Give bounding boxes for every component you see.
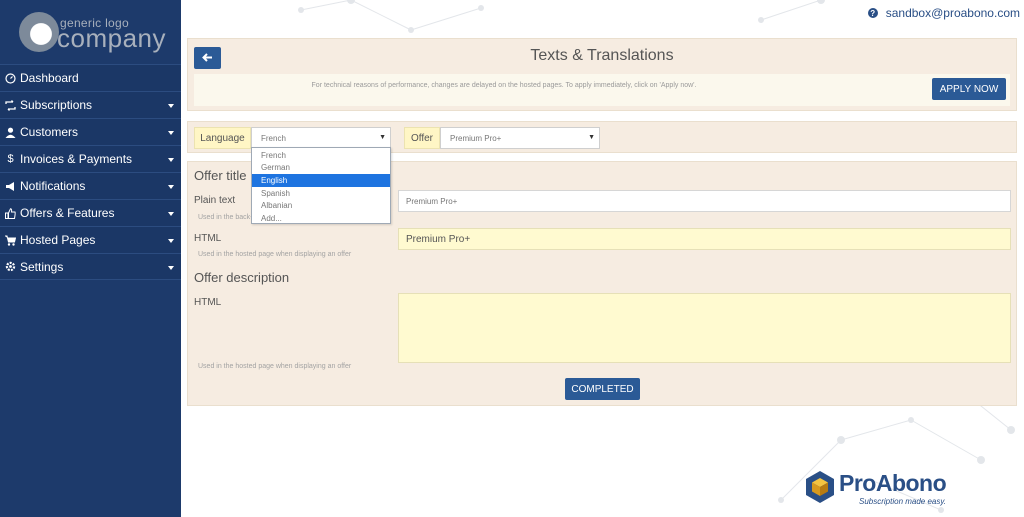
completed-button[interactable]: COMPLETED: [565, 378, 640, 400]
sidebar-item-subscriptions[interactable]: Subscriptions: [0, 91, 181, 118]
gear-icon: [5, 261, 16, 272]
sidebar-item-offers-features[interactable]: Offers & Features: [0, 199, 181, 226]
language-option-german[interactable]: German: [252, 162, 390, 175]
offer-select[interactable]: Premium Pro+ ▼: [440, 127, 600, 149]
chevron-down-icon: [168, 104, 174, 108]
dollar-icon: $: [7, 153, 14, 165]
language-option-albanian[interactable]: Albanian: [252, 199, 390, 212]
header-panel: Texts & Translations For technical reaso…: [187, 38, 1017, 111]
logo-big-text: company: [57, 23, 166, 53]
user-email[interactable]: sandbox@proabono.com: [886, 6, 1020, 20]
sidebar-item-label: Settings: [20, 259, 64, 274]
sidebar-item-invoices-payments[interactable]: $ Invoices & Payments: [0, 145, 181, 172]
title-html-label: HTML: [194, 233, 222, 244]
dashboard-icon: [5, 72, 16, 84]
language-select[interactable]: French ▼: [251, 127, 391, 149]
chevron-down-icon: [168, 185, 174, 189]
language-selected-value: French: [261, 133, 286, 143]
language-option-english[interactable]: English: [252, 174, 390, 187]
caret-down-icon: ▼: [588, 134, 595, 141]
chevron-down-icon: [168, 158, 174, 162]
chevron-down-icon: [168, 239, 174, 243]
chevron-down-icon: [168, 131, 174, 135]
sidebar-item-label: Customers: [20, 125, 79, 139]
proabono-tagline: Subscription made easy.: [859, 497, 947, 506]
proabono-name: ProAbono: [839, 470, 947, 496]
sidebar-item-hosted-pages[interactable]: Hosted Pages: [0, 226, 181, 253]
description-html-label: HTML: [194, 297, 222, 308]
language-dropdown-list: French German English Spanish Albanian A…: [251, 147, 391, 224]
company-logo[interactable]: generic logo company: [0, 0, 181, 64]
cube-icon: [806, 471, 834, 503]
logo-circle-icon: [19, 12, 59, 52]
cart-icon: [5, 235, 16, 246]
retweet-icon: [5, 99, 16, 111]
sidebar-item-label: Offers & Features: [20, 206, 115, 220]
page-title: Texts & Translations: [530, 47, 674, 64]
sidebar-item-customers[interactable]: Customers: [0, 118, 181, 145]
sidebar-item-settings[interactable]: Settings: [0, 253, 181, 280]
title-html-hint: Used in the hosted page when displaying …: [198, 251, 352, 258]
sidebar-item-label: Dashboard: [20, 71, 79, 85]
offer-label: Offer: [404, 127, 440, 149]
caret-down-icon: ▼: [379, 134, 386, 141]
description-html-hint: Used in the hosted page when displaying …: [198, 363, 352, 370]
offer-title-heading: Offer title: [194, 168, 247, 183]
sidebar-item-dashboard[interactable]: Dashboard: [0, 64, 181, 91]
language-option-spanish[interactable]: Spanish: [252, 187, 390, 200]
bullhorn-icon: [5, 181, 16, 192]
chevron-down-icon: [168, 266, 174, 270]
offer-selected-value: Premium Pro+: [450, 133, 502, 143]
sidebar-item-label: Invoices & Payments: [20, 152, 133, 166]
description-html-textarea[interactable]: [398, 293, 1011, 363]
sidebar-item-label: Notifications: [20, 179, 86, 193]
chevron-down-icon: [168, 212, 174, 216]
language-option-french[interactable]: French: [252, 149, 390, 162]
apply-note-text: For technical reasons of performance, ch…: [311, 82, 697, 89]
sidebar-item-label: Hosted Pages: [20, 233, 96, 247]
apply-now-button[interactable]: APPLY NOW: [932, 78, 1006, 100]
plain-text-input[interactable]: Premium Pro+: [398, 190, 1011, 212]
user-account[interactable]: ? sandbox@proabono.com: [867, 6, 1020, 20]
language-label: Language: [194, 127, 251, 149]
thumbs-up-icon: [5, 207, 16, 219]
offer-description-heading: Offer description: [194, 270, 290, 285]
apply-notice: For technical reasons of performance, ch…: [194, 74, 1010, 106]
language-option-add[interactable]: Add...: [252, 212, 390, 225]
user-icon: [5, 127, 16, 138]
question-icon[interactable]: ?: [867, 8, 878, 18]
sidebar-item-label: Subscriptions: [20, 98, 93, 112]
plain-text-label: Plain text: [194, 195, 236, 206]
title-html-input[interactable]: Premium Pro+: [398, 228, 1011, 250]
proabono-logo: ProAbono Subscription made easy.: [805, 470, 975, 510]
sidebar: generic logo company Dashboard Subscript…: [0, 0, 181, 517]
sidebar-item-notifications[interactable]: Notifications: [0, 172, 181, 199]
